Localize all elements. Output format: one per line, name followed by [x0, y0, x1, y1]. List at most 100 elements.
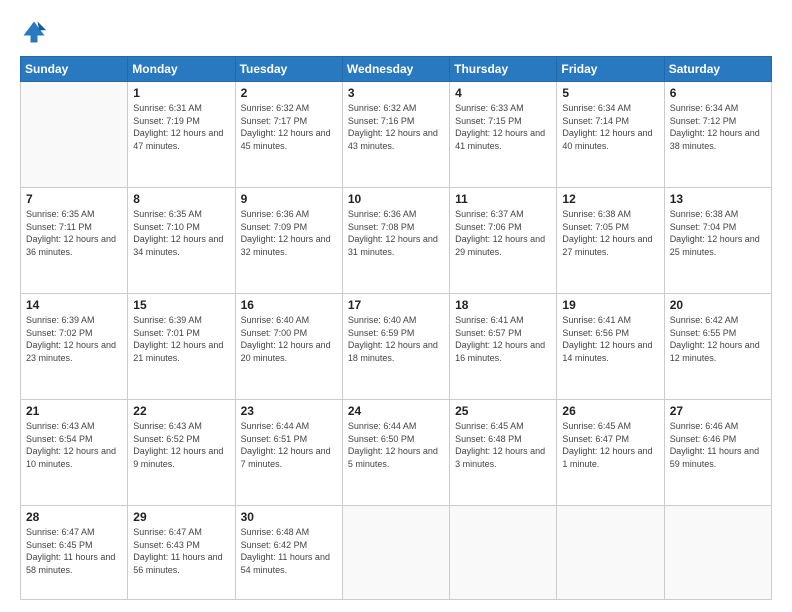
cell-sun-info: Sunrise: 6:38 AM Sunset: 7:05 PM Dayligh…: [562, 208, 658, 258]
day-number: 12: [562, 192, 658, 206]
cell-sun-info: Sunrise: 6:34 AM Sunset: 7:12 PM Dayligh…: [670, 102, 766, 152]
calendar-cell: 6 Sunrise: 6:34 AM Sunset: 7:12 PM Daylig…: [664, 82, 771, 188]
cell-sun-info: Sunrise: 6:38 AM Sunset: 7:04 PM Dayligh…: [670, 208, 766, 258]
calendar-cell: [664, 506, 771, 600]
calendar-cell: 14 Sunrise: 6:39 AM Sunset: 7:02 PM Dayli…: [21, 294, 128, 400]
day-number: 19: [562, 298, 658, 312]
day-number: 3: [348, 86, 444, 100]
page: SundayMondayTuesdayWednesdayThursdayFrid…: [0, 0, 792, 612]
calendar-cell: [450, 506, 557, 600]
day-number: 5: [562, 86, 658, 100]
calendar-table: SundayMondayTuesdayWednesdayThursdayFrid…: [20, 56, 772, 600]
header: [20, 18, 772, 46]
cell-sun-info: Sunrise: 6:36 AM Sunset: 7:08 PM Dayligh…: [348, 208, 444, 258]
calendar-cell: 16Sunrise: 6:40 AM Sunset: 7:00 PM Dayli…: [235, 294, 342, 400]
cell-sun-info: Sunrise: 6:42 AM Sunset: 6:55 PM Dayligh…: [670, 314, 766, 364]
calendar-cell: 25Sunrise: 6:45 AM Sunset: 6:48 PM Dayli…: [450, 400, 557, 506]
day-number: 14: [26, 298, 122, 312]
day-number: 23: [241, 404, 337, 418]
cell-sun-info: Sunrise: 6:46 AM Sunset: 6:46 PM Dayligh…: [670, 420, 766, 470]
cell-sun-info: Sunrise: 6:34 AM Sunset: 7:14 PM Dayligh…: [562, 102, 658, 152]
day-number: 9: [241, 192, 337, 206]
cell-sun-info: Sunrise: 6:36 AM Sunset: 7:09 PM Dayligh…: [241, 208, 337, 258]
calendar-cell: [342, 506, 449, 600]
calendar-cell: 9 Sunrise: 6:36 AM Sunset: 7:09 PM Daylig…: [235, 188, 342, 294]
day-number: 4: [455, 86, 551, 100]
calendar-header-row: SundayMondayTuesdayWednesdayThursdayFrid…: [21, 57, 772, 82]
weekday-header: Sunday: [21, 57, 128, 82]
cell-sun-info: Sunrise: 6:35 AM Sunset: 7:10 PM Dayligh…: [133, 208, 229, 258]
day-number: 2: [241, 86, 337, 100]
cell-sun-info: Sunrise: 6:37 AM Sunset: 7:06 PM Dayligh…: [455, 208, 551, 258]
day-number: 25: [455, 404, 551, 418]
cell-sun-info: Sunrise: 6:45 AM Sunset: 6:47 PM Dayligh…: [562, 420, 658, 470]
day-number: 24: [348, 404, 444, 418]
calendar-cell: 26 Sunrise: 6:45 AM Sunset: 6:47 PM Dayli…: [557, 400, 664, 506]
day-number: 1: [133, 86, 229, 100]
cell-sun-info: Sunrise: 6:47 AM Sunset: 6:45 PM Dayligh…: [26, 526, 122, 576]
cell-sun-info: Sunrise: 6:40 AM Sunset: 7:00 PM Dayligh…: [241, 314, 337, 364]
calendar-cell: 5 Sunrise: 6:34 AM Sunset: 7:14 PM Daylig…: [557, 82, 664, 188]
calendar-cell: 21Sunrise: 6:43 AM Sunset: 6:54 PM Dayli…: [21, 400, 128, 506]
cell-sun-info: Sunrise: 6:43 AM Sunset: 6:52 PM Dayligh…: [133, 420, 229, 470]
calendar-cell: 18 Sunrise: 6:41 AM Sunset: 6:57 PM Dayli…: [450, 294, 557, 400]
calendar-cell: [21, 82, 128, 188]
day-number: 15: [133, 298, 229, 312]
day-number: 10: [348, 192, 444, 206]
cell-sun-info: Sunrise: 6:32 AM Sunset: 7:16 PM Dayligh…: [348, 102, 444, 152]
cell-sun-info: Sunrise: 6:39 AM Sunset: 7:02 PM Dayligh…: [26, 314, 122, 364]
day-number: 6: [670, 86, 766, 100]
logo-icon: [20, 18, 48, 46]
calendar-cell: 19 Sunrise: 6:41 AM Sunset: 6:56 PM Dayli…: [557, 294, 664, 400]
day-number: 29: [133, 510, 229, 524]
weekday-header: Tuesday: [235, 57, 342, 82]
calendar-cell: 13Sunrise: 6:38 AM Sunset: 7:04 PM Dayli…: [664, 188, 771, 294]
day-number: 8: [133, 192, 229, 206]
cell-sun-info: Sunrise: 6:39 AM Sunset: 7:01 PM Dayligh…: [133, 314, 229, 364]
calendar-cell: 2 Sunrise: 6:32 AM Sunset: 7:17 PM Daylig…: [235, 82, 342, 188]
day-number: 28: [26, 510, 122, 524]
calendar-cell: 28 Sunrise: 6:47 AM Sunset: 6:45 PM Dayli…: [21, 506, 128, 600]
weekday-header: Friday: [557, 57, 664, 82]
day-number: 11: [455, 192, 551, 206]
cell-sun-info: Sunrise: 6:44 AM Sunset: 6:51 PM Dayligh…: [241, 420, 337, 470]
cell-sun-info: Sunrise: 6:31 AM Sunset: 7:19 PM Dayligh…: [133, 102, 229, 152]
day-number: 26: [562, 404, 658, 418]
cell-sun-info: Sunrise: 6:41 AM Sunset: 6:57 PM Dayligh…: [455, 314, 551, 364]
day-number: 18: [455, 298, 551, 312]
calendar-cell: 8 Sunrise: 6:35 AM Sunset: 7:10 PM Daylig…: [128, 188, 235, 294]
calendar-week-row: 14 Sunrise: 6:39 AM Sunset: 7:02 PM Dayli…: [21, 294, 772, 400]
cell-sun-info: Sunrise: 6:47 AM Sunset: 6:43 PM Dayligh…: [133, 526, 229, 576]
cell-sun-info: Sunrise: 6:40 AM Sunset: 6:59 PM Dayligh…: [348, 314, 444, 364]
calendar-cell: 24 Sunrise: 6:44 AM Sunset: 6:50 PM Dayli…: [342, 400, 449, 506]
weekday-header: Monday: [128, 57, 235, 82]
day-number: 30: [241, 510, 337, 524]
calendar-cell: 10 Sunrise: 6:36 AM Sunset: 7:08 PM Dayli…: [342, 188, 449, 294]
calendar-cell: 22 Sunrise: 6:43 AM Sunset: 6:52 PM Dayli…: [128, 400, 235, 506]
day-number: 20: [670, 298, 766, 312]
calendar-week-row: 28 Sunrise: 6:47 AM Sunset: 6:45 PM Dayli…: [21, 506, 772, 600]
logo: [20, 18, 52, 46]
day-number: 7: [26, 192, 122, 206]
calendar-cell: 12 Sunrise: 6:38 AM Sunset: 7:05 PM Dayli…: [557, 188, 664, 294]
calendar-week-row: 7 Sunrise: 6:35 AM Sunset: 7:11 PM Daylig…: [21, 188, 772, 294]
calendar-cell: 7 Sunrise: 6:35 AM Sunset: 7:11 PM Daylig…: [21, 188, 128, 294]
weekday-header: Wednesday: [342, 57, 449, 82]
calendar-cell: 23 Sunrise: 6:44 AM Sunset: 6:51 PM Dayli…: [235, 400, 342, 506]
day-number: 22: [133, 404, 229, 418]
cell-sun-info: Sunrise: 6:41 AM Sunset: 6:56 PM Dayligh…: [562, 314, 658, 364]
calendar-cell: 20 Sunrise: 6:42 AM Sunset: 6:55 PM Dayli…: [664, 294, 771, 400]
day-number: 17: [348, 298, 444, 312]
calendar-cell: 11 Sunrise: 6:37 AM Sunset: 7:06 PM Dayli…: [450, 188, 557, 294]
calendar-week-row: 1 Sunrise: 6:31 AM Sunset: 7:19 PM Daylig…: [21, 82, 772, 188]
cell-sun-info: Sunrise: 6:43 AM Sunset: 6:54 PM Dayligh…: [26, 420, 122, 470]
cell-sun-info: Sunrise: 6:35 AM Sunset: 7:11 PM Dayligh…: [26, 208, 122, 258]
cell-sun-info: Sunrise: 6:32 AM Sunset: 7:17 PM Dayligh…: [241, 102, 337, 152]
calendar-cell: 3 Sunrise: 6:32 AM Sunset: 7:16 PM Daylig…: [342, 82, 449, 188]
cell-sun-info: Sunrise: 6:44 AM Sunset: 6:50 PM Dayligh…: [348, 420, 444, 470]
calendar-week-row: 21Sunrise: 6:43 AM Sunset: 6:54 PM Dayli…: [21, 400, 772, 506]
weekday-header: Saturday: [664, 57, 771, 82]
day-number: 27: [670, 404, 766, 418]
calendar-cell: 30Sunrise: 6:48 AM Sunset: 6:42 PM Dayli…: [235, 506, 342, 600]
calendar-cell: 1 Sunrise: 6:31 AM Sunset: 7:19 PM Daylig…: [128, 82, 235, 188]
